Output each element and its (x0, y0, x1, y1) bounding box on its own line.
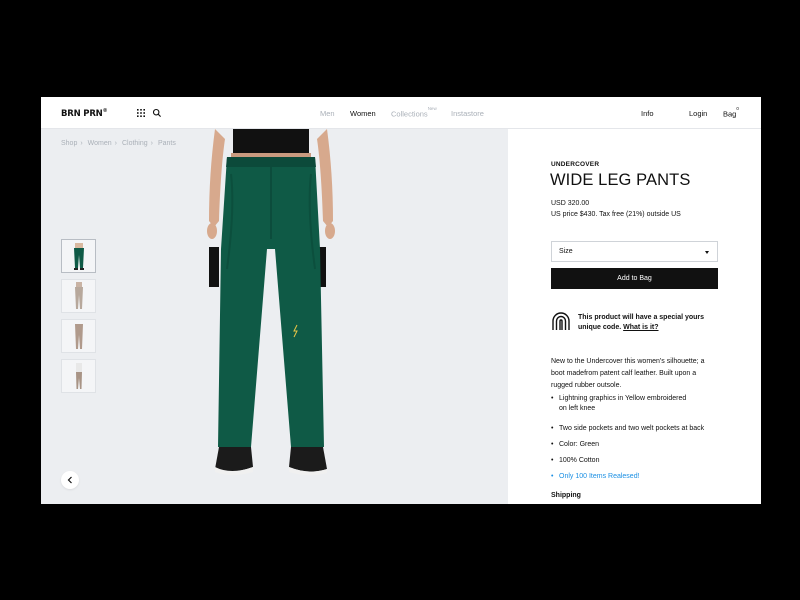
breadcrumb-separator: › (114, 140, 117, 147)
breadcrumb-shop[interactable]: Shop (61, 140, 77, 147)
product-features-list: Lightning graphics in Yellow embroidered… (551, 394, 721, 482)
product-price: USD 320.00 (551, 200, 590, 207)
product-details-panel: UNDERCOVER WIDE LEG PANTS USD 320.00 US … (508, 129, 761, 504)
unique-code-notice: This product will have a special yours u… (578, 313, 708, 333)
breadcrumb-women[interactable]: Women (88, 140, 112, 147)
limited-edition-notice: Only 100 Items Realesed! (551, 472, 721, 482)
thumbnail-4[interactable] (61, 359, 96, 393)
product-model-image (207, 129, 335, 476)
breadcrumb-separator: › (80, 140, 83, 147)
logo-text: BRN PRN (61, 108, 103, 119)
list-item: Lightning graphics in Yellow embroidered… (551, 394, 691, 414)
thumbnail-3[interactable] (61, 319, 96, 353)
grid-menu-icon[interactable] (136, 108, 146, 118)
list-item: Two side pockets and two welt pockets at… (551, 424, 721, 434)
price-note: US price $430. Tax free (21%) outside US (551, 211, 681, 218)
breadcrumb-clothing[interactable]: Clothing (122, 140, 148, 147)
caret-down-icon (705, 251, 709, 254)
product-brand[interactable]: UNDERCOVER (551, 161, 599, 168)
top-header: BRN PRN® Men Women CollectionsNew Instas… (41, 97, 761, 129)
info-link[interactable]: Info (641, 109, 654, 118)
search-icon[interactable] (152, 108, 162, 118)
login-link[interactable]: Login (689, 109, 707, 118)
app-frame: BRN PRN® Men Women CollectionsNew Instas… (41, 97, 761, 504)
what-is-it-link[interactable]: What is it? (623, 324, 658, 331)
nav-collections[interactable]: CollectionsNew (391, 106, 437, 119)
new-badge: New (427, 106, 437, 111)
thumbnail-image (73, 243, 84, 270)
thumbnail-image (74, 282, 83, 309)
nav-women[interactable]: Women (350, 109, 376, 118)
thumbnail-image (75, 363, 82, 389)
product-title: WIDE LEG PANTS (550, 171, 691, 189)
add-to-bag-button[interactable]: Add to Bag (551, 268, 718, 289)
list-item: 100% Cotton (551, 456, 721, 466)
nav-collections-label: Collections (391, 109, 428, 119)
size-select-label: Size (559, 248, 573, 255)
logo-mark: ® (102, 108, 108, 114)
brand-logo[interactable]: BRN PRN® (61, 108, 108, 119)
product-description: New to the Undercover this women's silho… (551, 358, 705, 389)
breadcrumb: Shop › Women › Clothing › Pants (61, 140, 179, 147)
thumbnail-image (74, 324, 83, 349)
fingerprint-icon (552, 312, 570, 330)
thumbnail-1[interactable] (61, 239, 96, 273)
breadcrumb-pants[interactable]: Pants (158, 140, 176, 147)
shipping-section-toggle[interactable]: Shipping (551, 492, 581, 499)
thumbnail-2[interactable] (61, 279, 96, 313)
size-select[interactable]: Size (551, 241, 718, 262)
product-gallery: Shop › Women › Clothing › Pants (41, 129, 508, 504)
breadcrumb-separator: › (150, 140, 153, 147)
list-item: Color: Green (551, 440, 721, 450)
nav-men[interactable]: Men (320, 109, 335, 118)
chevron-left-icon (67, 476, 72, 484)
nav-instastore[interactable]: Instastore (451, 109, 484, 118)
bag-label: Bag (723, 109, 737, 119)
previous-image-button[interactable] (61, 471, 79, 489)
bag-count: 0 (736, 106, 739, 111)
bag-link[interactable]: Bag0 (723, 106, 739, 119)
